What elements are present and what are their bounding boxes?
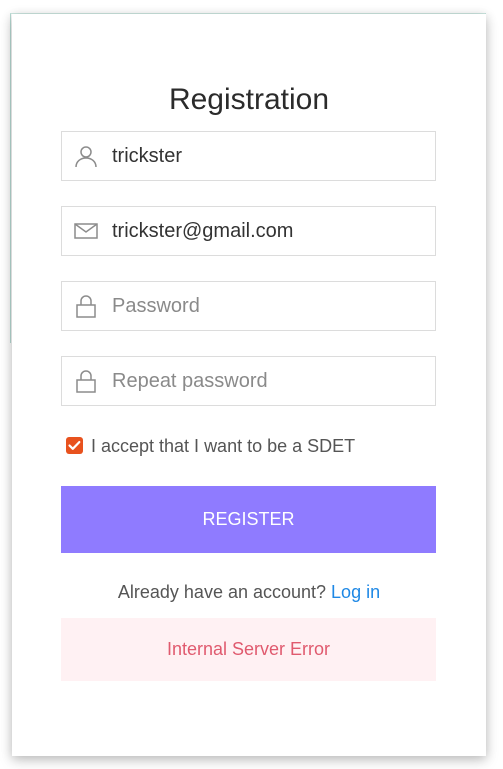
page-title: Registration bbox=[168, 83, 330, 116]
password-field[interactable] bbox=[61, 281, 436, 331]
envelope-icon bbox=[74, 219, 98, 243]
username-field[interactable] bbox=[61, 131, 436, 181]
registration-card: Registration trickster trickster@gmail.c… bbox=[12, 14, 486, 756]
accept-checkbox[interactable] bbox=[66, 437, 83, 454]
email-field[interactable] bbox=[61, 206, 436, 256]
error-message: Internal Server Error bbox=[61, 618, 436, 681]
register-button[interactable]: REGISTER bbox=[61, 486, 436, 553]
accept-label: I accept that I want to be a SDET bbox=[91, 436, 356, 456]
login-prompt-text: Already have an account? bbox=[117, 582, 332, 602]
repeat-password-field[interactable] bbox=[61, 356, 436, 406]
lock-icon bbox=[74, 294, 98, 318]
lock-icon bbox=[74, 369, 98, 393]
repeat-password-input[interactable] bbox=[112, 357, 427, 405]
password-input[interactable] bbox=[112, 282, 427, 330]
login-link[interactable]: Log in bbox=[331, 582, 380, 602]
user-icon bbox=[74, 144, 98, 168]
username-input[interactable] bbox=[112, 132, 427, 180]
email-input[interactable] bbox=[112, 207, 427, 255]
login-prompt-row: Already have an account? Log in bbox=[12, 581, 486, 603]
checkmark-icon bbox=[68, 441, 81, 450]
